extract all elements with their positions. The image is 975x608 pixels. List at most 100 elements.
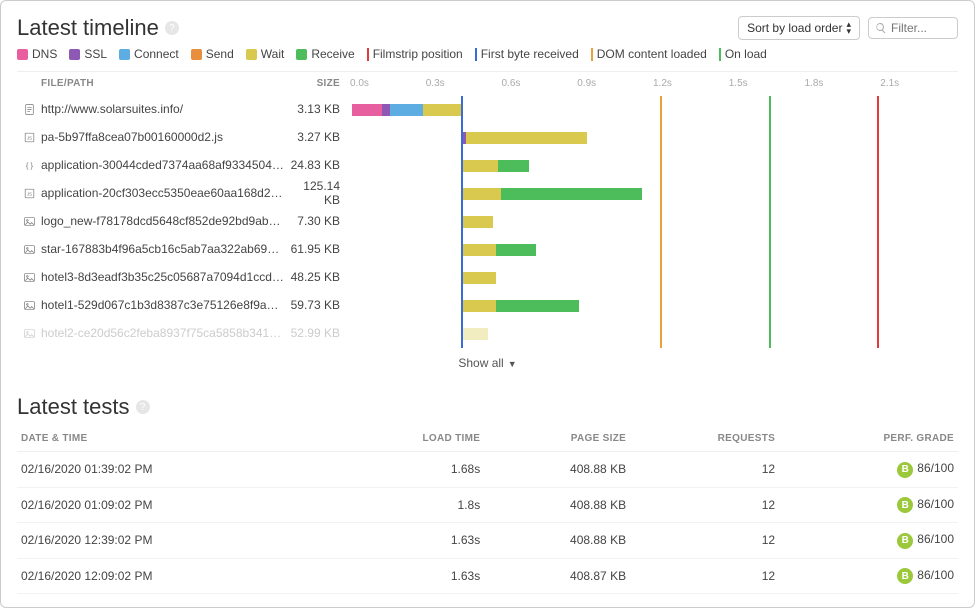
wait-segment	[463, 188, 501, 200]
receive-swatch	[296, 49, 307, 60]
time-tick: 1.5s	[729, 78, 748, 89]
tests-title: Latest tests	[17, 394, 130, 420]
col-date[interactable]: DATE & TIME	[17, 426, 335, 452]
legend: DNS SSL Connect Send Wait Receive Filmst…	[17, 47, 958, 61]
domloaded-marker-icon	[591, 48, 593, 61]
file-path: hotel1-529d067c1b3d8387c3e75126e8f9a73e3…	[41, 298, 284, 312]
waterfall-bar[interactable]	[463, 300, 579, 312]
grade-score: 86/100	[917, 461, 954, 475]
help-icon[interactable]: ?	[136, 400, 150, 414]
filter-input-wrap[interactable]	[868, 17, 958, 39]
timeline-row[interactable]: hotel2-ce20d56c2feba8937f75ca5858b3410c7…	[17, 319, 352, 347]
legend-label: SSL	[84, 47, 107, 61]
test-load: 1.8s	[335, 487, 485, 523]
legend-label: Connect	[134, 47, 179, 61]
test-size: 408.88 KB	[484, 523, 630, 559]
test-row[interactable]: 02/16/2020 01:09:02 PM1.8s408.88 KB12B86…	[17, 487, 958, 523]
connect-swatch	[119, 49, 130, 60]
timeline-row[interactable]: hotel1-529d067c1b3d8387c3e75126e8f9a73e3…	[17, 291, 352, 319]
waterfall-bar[interactable]	[352, 104, 461, 116]
wait-segment	[463, 216, 493, 228]
file-size: 3.27 KB	[284, 130, 348, 144]
show-all-button[interactable]: Show all▼	[17, 348, 958, 376]
test-size: 408.88 KB	[484, 452, 630, 488]
file-size: 48.25 KB	[284, 270, 348, 284]
test-load: 1.63s	[335, 558, 485, 594]
file-path: http://www.solarsuites.info/	[41, 102, 284, 116]
onload-marker	[769, 96, 771, 348]
waterfall-bar[interactable]	[463, 244, 536, 256]
waterfall-bar[interactable]	[463, 272, 496, 284]
dns-swatch	[17, 49, 28, 60]
legend-label: Receive	[311, 47, 354, 61]
waterfall-row	[352, 152, 958, 180]
time-tick: 1.2s	[653, 78, 672, 89]
test-date: 02/16/2020 01:39:02 PM	[17, 452, 335, 488]
test-row[interactable]: 02/16/2020 01:39:02 PM1.68s408.88 KB12B8…	[17, 452, 958, 488]
wait-swatch	[246, 49, 257, 60]
test-date: 02/16/2020 12:39:02 PM	[17, 523, 335, 559]
receive-segment	[501, 188, 642, 200]
test-requests: 12	[630, 452, 779, 488]
sort-arrows-icon: ▴▾	[846, 21, 851, 35]
filmstrip-marker	[877, 96, 879, 348]
time-tick: 0.3s	[426, 78, 445, 89]
time-tick: 0.6s	[502, 78, 521, 89]
timeline-row[interactable]: http://www.solarsuites.info/3.13 KB	[17, 95, 352, 123]
domloaded-marker	[660, 96, 662, 348]
js-icon: JS	[21, 186, 37, 200]
img-icon	[21, 298, 37, 312]
timeline-row[interactable]: { } application-30044cded7374aa68af933450…	[17, 151, 352, 179]
grade-badge: B	[897, 462, 913, 478]
waterfall-row	[352, 124, 958, 152]
timeline-row[interactable]: JSapplication-20cf303ecc5350eae60aa168d2…	[17, 179, 352, 207]
grade-badge: B	[897, 533, 913, 549]
help-icon[interactable]: ?	[165, 21, 179, 35]
file-path: hotel3-8d3eadf3b35c25c05687a7094d1ccd0c8…	[41, 270, 284, 284]
dns-segment	[352, 104, 382, 116]
size-header[interactable]: SIZE	[284, 78, 348, 89]
show-all-label: Show all	[458, 356, 503, 370]
file-size: 7.30 KB	[284, 214, 348, 228]
test-size: 408.88 KB	[484, 487, 630, 523]
waterfall-bar[interactable]	[463, 216, 493, 228]
col-size[interactable]: PAGE SIZE	[484, 426, 630, 452]
waterfall-bar[interactable]	[461, 132, 587, 144]
timeline-row[interactable]: logo_new-f78178dcd5648cf852de92bd9ab7c68…	[17, 207, 352, 235]
time-tick: 0.9s	[577, 78, 596, 89]
firstbyte-marker-icon	[475, 48, 477, 61]
test-size: 408.87 KB	[484, 558, 630, 594]
timeline-row[interactable]: JSpa-5b97ffa8cea07b00160000d2.js3.27 KB	[17, 123, 352, 151]
test-grade: B86/100	[779, 558, 958, 594]
waterfall-bar[interactable]	[463, 160, 529, 172]
sort-select[interactable]: Sort by load order ▴▾	[738, 16, 860, 40]
test-load: 1.63s	[335, 523, 485, 559]
sort-label: Sort by load order	[747, 21, 842, 35]
json-icon: { }	[21, 158, 37, 172]
test-row[interactable]: 02/16/2020 12:09:02 PM1.63s408.87 KB12B8…	[17, 558, 958, 594]
filmstrip-marker-icon	[367, 48, 369, 61]
file-path: application-30044cded7374aa68af9334504e6…	[41, 158, 284, 172]
grade-score: 86/100	[917, 497, 954, 511]
file-header[interactable]: FILE/PATH	[21, 78, 284, 89]
onload-marker-icon	[719, 48, 721, 61]
col-requests[interactable]: REQUESTS	[630, 426, 779, 452]
file-path: hotel2-ce20d56c2feba8937f75ca5858b3410c7…	[41, 326, 284, 340]
filter-input[interactable]	[891, 21, 951, 35]
col-grade[interactable]: PERF. GRADE	[779, 426, 958, 452]
col-load[interactable]: LOAD TIME	[335, 426, 485, 452]
timeline-row[interactable]: hotel3-8d3eadf3b35c25c05687a7094d1ccd0c8…	[17, 263, 352, 291]
wait-segment	[423, 104, 461, 116]
search-icon	[875, 22, 887, 34]
test-requests: 12	[630, 558, 779, 594]
file-size: 52.99 KB	[284, 326, 348, 340]
waterfall-bar[interactable]	[463, 328, 488, 340]
file-path: pa-5b97ffa8cea07b00160000d2.js	[41, 130, 284, 144]
timeline-row[interactable]: star-167883b4f96a5cb16c5ab7aa322ab69af0f…	[17, 235, 352, 263]
receive-segment	[498, 160, 528, 172]
time-tick: 2.1s	[880, 78, 899, 89]
waterfall-bar[interactable]	[463, 188, 642, 200]
wait-segment	[463, 328, 488, 340]
test-row[interactable]: 02/16/2020 12:39:02 PM1.63s408.88 KB12B8…	[17, 523, 958, 559]
tests-table: DATE & TIME LOAD TIME PAGE SIZE REQUESTS…	[17, 426, 958, 594]
